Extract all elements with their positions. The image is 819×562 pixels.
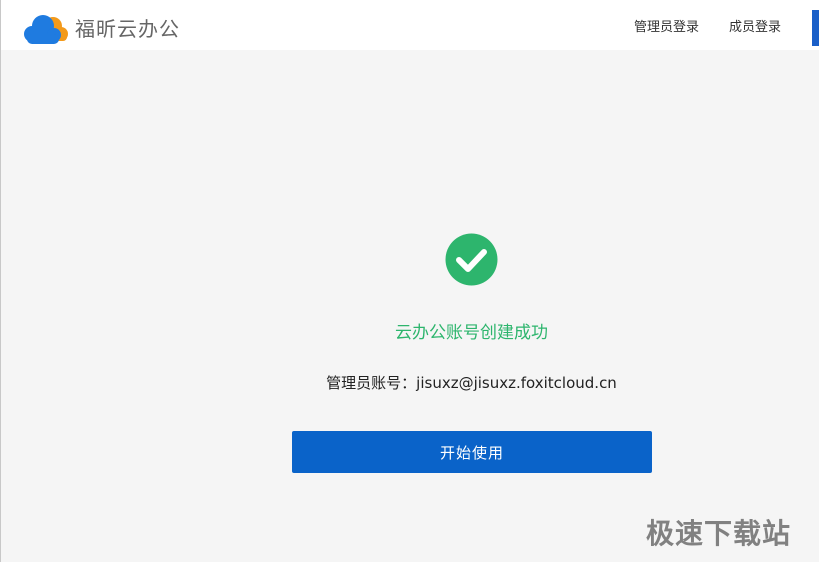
account-value: jisuxz@jisuxz.foxitcloud.cn — [416, 374, 617, 392]
admin-account-line: 管理员账号：jisuxz@jisuxz.foxitcloud.cn — [1, 372, 819, 393]
cloud-logo-icon — [24, 15, 68, 44]
admin-login-link[interactable]: 管理员登录 — [634, 0, 699, 50]
success-message: 云办公账号创建成功 — [395, 323, 548, 343]
account-label: 管理员账号： — [326, 374, 417, 392]
scrollbar-thumb[interactable] — [812, 10, 819, 46]
success-check-icon — [445, 233, 498, 286]
site-watermark: 极速下载站 — [646, 517, 792, 550]
app-window: 福昕云办公 管理员登录 成员登录 云办公账号创建成功 管理员账号：jisuxz@… — [0, 0, 819, 562]
logo-text: 福昕云办公 — [75, 17, 180, 41]
brand-logo[interactable]: 福昕云办公 — [21, 12, 180, 46]
member-login-link[interactable]: 成员登录 — [729, 0, 781, 50]
top-header: 福昕云办公 管理员登录 成员登录 — [1, 0, 819, 50]
start-using-button[interactable]: 开始使用 — [292, 431, 652, 473]
